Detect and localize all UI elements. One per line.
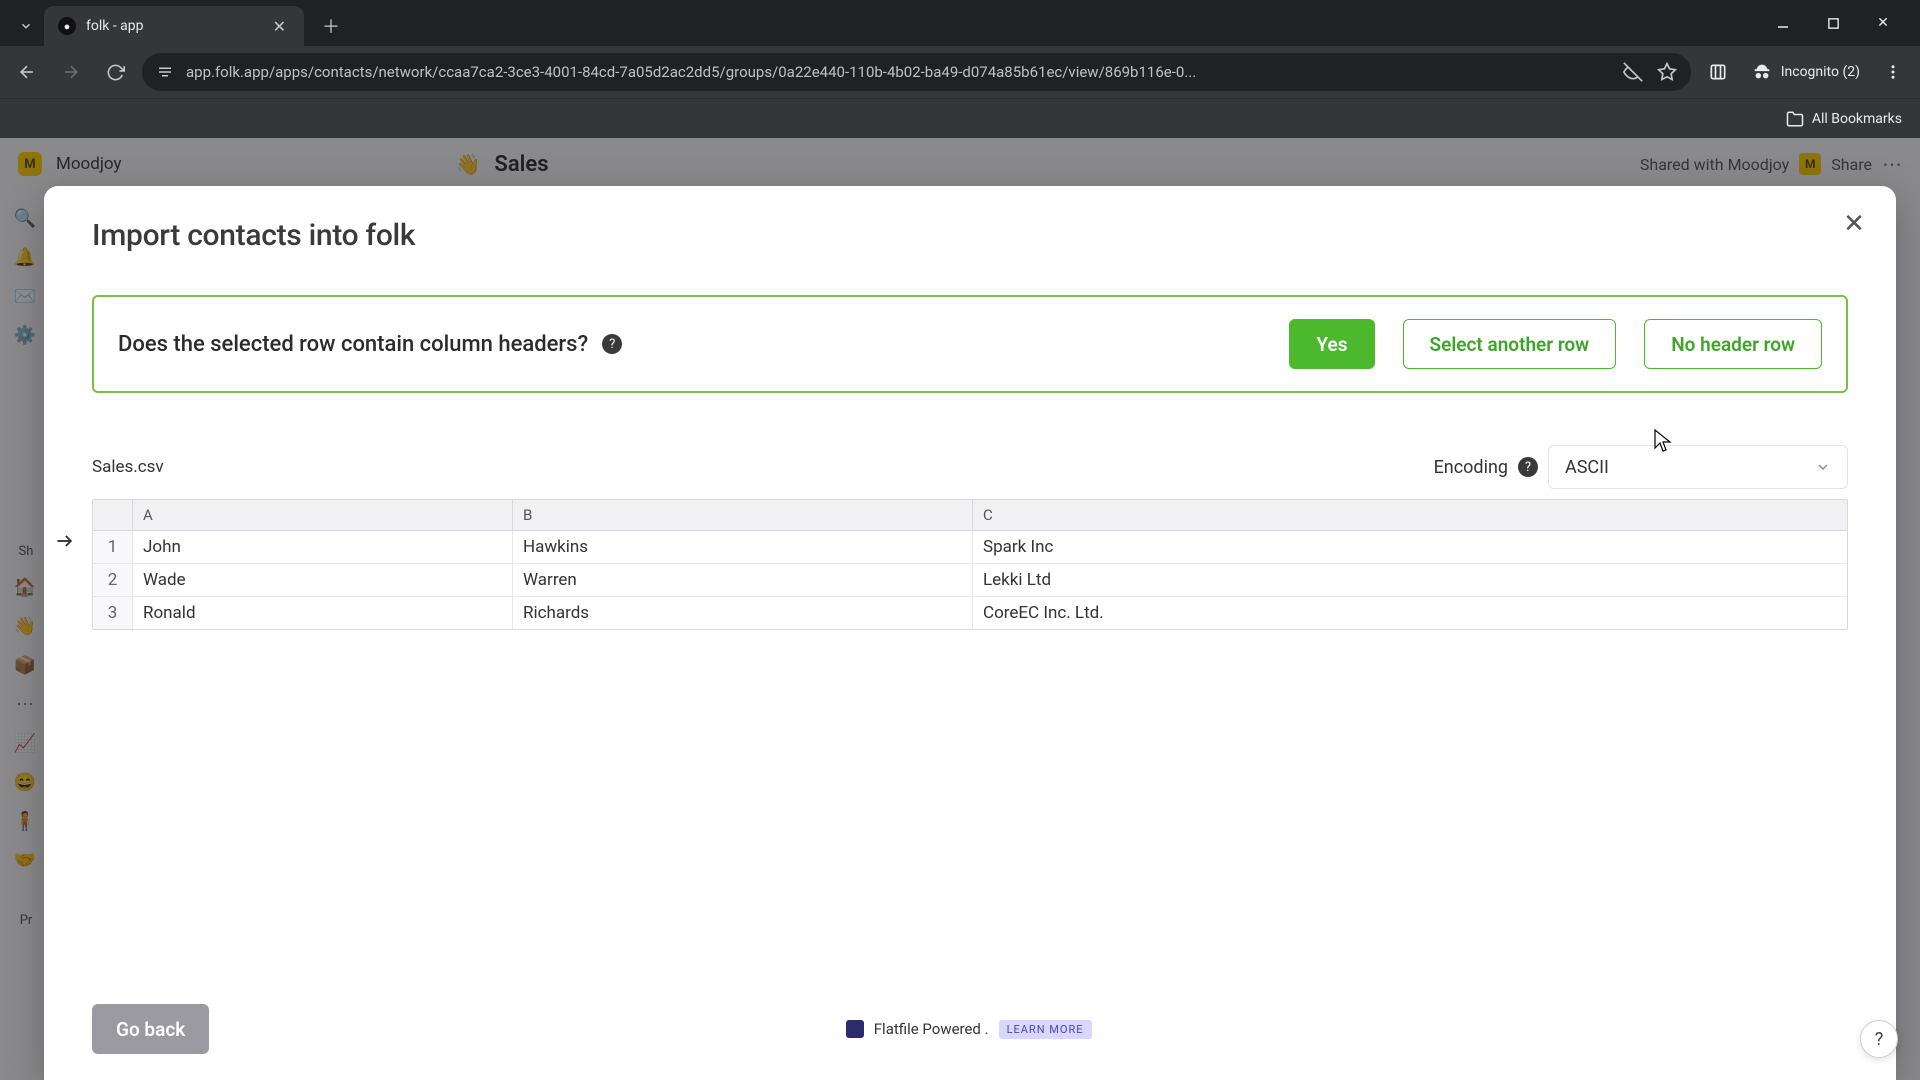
encoding-label: Encoding: [1434, 457, 1508, 478]
incognito-indicator[interactable]: Incognito (2): [1745, 61, 1866, 83]
row-number: 2: [93, 564, 133, 596]
file-name-label: Sales.csv: [92, 457, 164, 477]
table-column-header-row: A B C: [93, 500, 1847, 531]
tab-search-dropdown[interactable]: [8, 8, 44, 44]
cell: Wade: [133, 564, 513, 596]
nav-back-button[interactable]: [10, 55, 44, 89]
tab-bar: ● folk - app ✕ ＋ ✕: [0, 0, 1920, 46]
cell: John: [133, 531, 513, 563]
tab-favicon-icon: ●: [58, 17, 76, 35]
window-maximize-button[interactable]: [1810, 6, 1856, 40]
app-viewport: M Moodjoy 👋 Sales Shared with Moodjoy M …: [0, 138, 1920, 1080]
url-text: app.folk.app/apps/contacts/network/ccaa7…: [186, 63, 1611, 81]
table-row[interactable]: 1 John Hawkins Spark Inc: [93, 531, 1847, 564]
encoding-select[interactable]: ASCII: [1548, 445, 1848, 489]
col-header-b: B: [513, 500, 973, 530]
chevron-down-icon: [1815, 459, 1831, 475]
question-text: Does the selected row contain column hea…: [118, 332, 588, 357]
nav-reload-button[interactable]: [98, 55, 132, 89]
install-app-icon[interactable]: [1701, 55, 1735, 89]
cell: Lekki Ltd: [973, 564, 1847, 596]
browser-tab-active[interactable]: ● folk - app ✕: [44, 6, 304, 46]
window-minimize-button[interactable]: [1760, 6, 1806, 40]
cell: Hawkins: [513, 531, 973, 563]
yes-button[interactable]: Yes: [1289, 319, 1374, 369]
encoding-help-icon[interactable]: ?: [1518, 457, 1538, 477]
tab-title: folk - app: [86, 18, 144, 34]
cell: Warren: [513, 564, 973, 596]
cell: CoreEC Inc. Ltd.: [973, 597, 1847, 629]
modal-close-button[interactable]: ✕: [1836, 206, 1872, 242]
preview-table: A B C 1 John Hawkins Spark Inc 2 Wade Wa…: [92, 499, 1848, 630]
help-fab-button[interactable]: ?: [1860, 1020, 1898, 1058]
all-bookmarks-label: All Bookmarks: [1812, 111, 1902, 127]
nav-forward-button[interactable]: [54, 55, 88, 89]
modal-title: Import contacts into folk: [92, 218, 1848, 253]
learn-more-link[interactable]: LEARN MORE: [999, 1020, 1092, 1039]
encoding-value: ASCII: [1565, 457, 1609, 478]
cell: Ronald: [133, 597, 513, 629]
cell: Richards: [513, 597, 973, 629]
browser-toolbar: app.folk.app/apps/contacts/network/ccaa7…: [0, 46, 1920, 98]
row-number: 1: [93, 531, 133, 563]
browser-menu-button[interactable]: [1876, 55, 1910, 89]
new-tab-button[interactable]: ＋: [314, 9, 348, 43]
import-modal: ✕ Import contacts into folk Does the sel…: [44, 186, 1896, 1080]
all-bookmarks-button[interactable]: All Bookmarks: [1786, 110, 1902, 128]
col-header-c: C: [973, 500, 1847, 530]
no-header-row-button[interactable]: No header row: [1644, 319, 1822, 369]
bookmark-star-icon[interactable]: [1657, 62, 1677, 82]
window-controls: ✕: [1760, 6, 1912, 40]
selected-row-arrow-icon: [52, 531, 78, 551]
row-number: 3: [93, 597, 133, 629]
select-another-row-button[interactable]: Select another row: [1403, 319, 1617, 369]
question-help-icon[interactable]: ?: [602, 334, 622, 354]
powered-text: Flatfile Powered .: [874, 1020, 989, 1038]
powered-by: Flatfile Powered . LEARN MORE: [846, 1020, 1092, 1039]
table-row[interactable]: 3 Ronald Richards CoreEC Inc. Ltd.: [93, 597, 1847, 629]
header-question-box: Does the selected row contain column hea…: [92, 295, 1848, 393]
cell: Spark Inc: [973, 531, 1847, 563]
go-back-button[interactable]: Go back: [92, 1004, 209, 1054]
row-number-header: [93, 500, 133, 530]
tab-close-button[interactable]: ✕: [269, 15, 290, 38]
bookmarks-bar: All Bookmarks: [0, 98, 1920, 138]
site-info-icon[interactable]: [156, 63, 174, 81]
col-header-a: A: [133, 500, 513, 530]
flatfile-logo-icon: [846, 1020, 864, 1038]
address-bar[interactable]: app.folk.app/apps/contacts/network/ccaa7…: [142, 53, 1691, 91]
table-row[interactable]: 2 Wade Warren Lekki Ltd: [93, 564, 1847, 597]
eye-off-icon[interactable]: [1623, 62, 1643, 82]
window-close-button[interactable]: ✕: [1860, 6, 1906, 40]
incognito-label: Incognito (2): [1781, 64, 1860, 80]
